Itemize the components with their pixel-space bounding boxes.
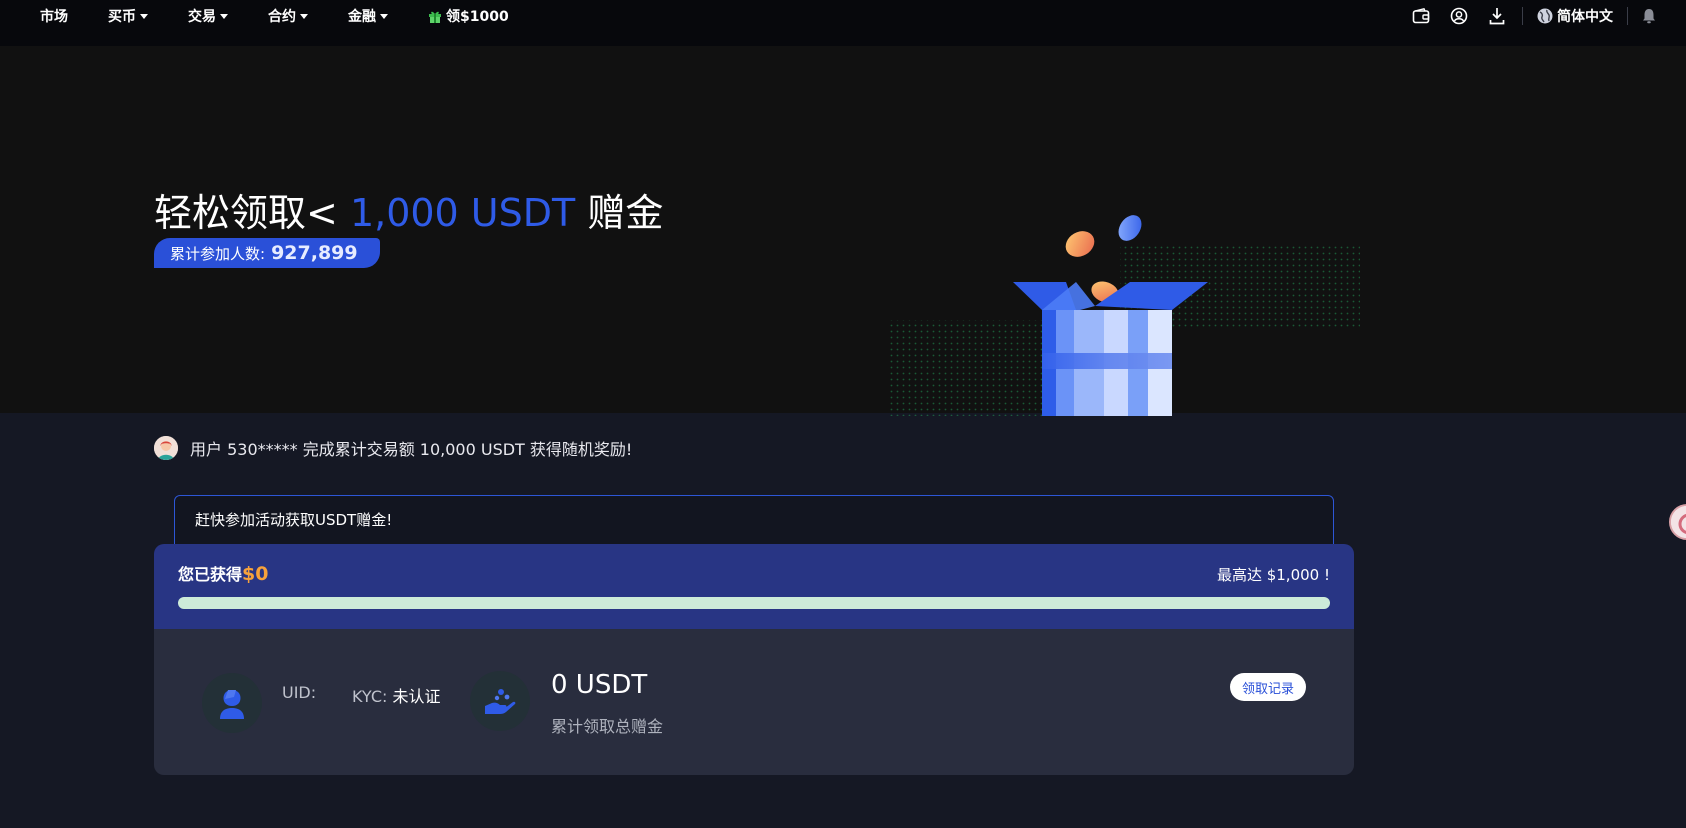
uid-field: UID: (282, 683, 316, 702)
nav-item-label: 金融 (348, 9, 376, 25)
globe-icon (1537, 8, 1553, 24)
participants-badge: 累计参加人数: 927,899 (154, 238, 380, 268)
top-navigation-bar: 市场 买币 交易 合约 金融 领$1000 简体中文 (0, 0, 1686, 46)
participants-label: 累计参加人数: (170, 244, 266, 263)
ticker-message: 用户 530***** 完成累计交易额 10,000 USDT 获得随机奖励! (190, 440, 633, 459)
avatar (154, 436, 178, 460)
hero-banner: 轻松领取< 1,000 USDT 赠金 累计参加人数: 927,899 (0, 46, 1686, 416)
winner-ticker: 用户 530***** 完成累计交易额 10,000 USDT 获得随机奖励! (154, 436, 632, 460)
nav-item-market[interactable]: 市场 (40, 6, 68, 26)
kyc-status: 未认证 (392, 687, 441, 706)
nav-utilities: 简体中文 (1394, 5, 1660, 27)
language-selector[interactable]: 简体中文 (1537, 6, 1613, 26)
caret-down-icon (380, 13, 388, 19)
progress-header: 您已获得 $0 最高达 $1,000 ! (154, 544, 1354, 629)
participants-count: 927,899 (271, 242, 358, 264)
hero-title: 轻松领取< 1,000 USDT 赠金 (154, 182, 663, 237)
total-bonus-label: 累计领取总赠金 (551, 717, 664, 736)
hero-title-highlight: 1,000 USDT (349, 191, 576, 235)
account-summary: UID: KYC: 未认证 0 USDT 累计领取总赠金 领取记录 (154, 629, 1354, 775)
kyc-label: KYC: (352, 687, 388, 706)
promo-label: 领$1000 (446, 9, 509, 25)
floating-support-avatar[interactable] (1669, 504, 1686, 540)
nav-item-label: 市场 (40, 9, 68, 25)
progress-bar (178, 597, 1330, 609)
nav-item-futures[interactable]: 合约 (268, 6, 308, 26)
user-icon[interactable] (1448, 5, 1470, 27)
earned-summary: 您已获得 $0 (178, 561, 268, 585)
wallet-icon[interactable] (1410, 5, 1432, 27)
total-bonus-amount: 0 USDT (551, 670, 648, 700)
tip-text: 赶快参加活动获取USDT赠金! (195, 511, 393, 529)
uid-label: UID: (282, 683, 317, 702)
caret-down-icon (220, 13, 228, 19)
nav-item-promo[interactable]: 领$1000 (428, 6, 509, 26)
user-avatar-icon (202, 673, 262, 733)
earned-label: 您已获得 (178, 565, 243, 584)
divider (1627, 7, 1628, 25)
nav-item-label: 买币 (108, 9, 136, 25)
nav-item-trade[interactable]: 交易 (188, 6, 228, 26)
language-label: 简体中文 (1557, 9, 1613, 25)
kyc-field: KYC: 未认证 (352, 683, 441, 707)
gift-icon (429, 11, 441, 23)
hand-coins-icon (470, 671, 530, 731)
bonus-progress-card: 您已获得 $0 最高达 $1,000 ! UID: KYC: 未认证 0 USD… (154, 544, 1354, 775)
claim-records-button[interactable]: 领取记录 (1229, 673, 1306, 701)
main-menu: 市场 买币 交易 合约 金融 领$1000 (40, 6, 549, 26)
gift-box-illustration (890, 215, 1360, 416)
caret-down-icon (140, 13, 148, 19)
hero-title-suffix: 赠金 (587, 191, 664, 235)
caret-down-icon (300, 13, 308, 19)
nav-item-label: 交易 (188, 9, 216, 25)
support-avatar-icon (1671, 506, 1686, 538)
nav-item-label: 合约 (268, 9, 296, 25)
hero-title-prefix: 轻松领取< (154, 191, 338, 235)
download-icon[interactable] (1486, 5, 1508, 27)
divider (1522, 7, 1523, 25)
max-bonus-label: 最高达 $1,000 ! (1216, 566, 1330, 584)
nav-item-finance[interactable]: 金融 (348, 6, 388, 26)
bell-icon[interactable] (1638, 5, 1660, 27)
nav-item-buy-crypto[interactable]: 买币 (108, 6, 148, 26)
earned-amount: $0 (242, 563, 269, 585)
